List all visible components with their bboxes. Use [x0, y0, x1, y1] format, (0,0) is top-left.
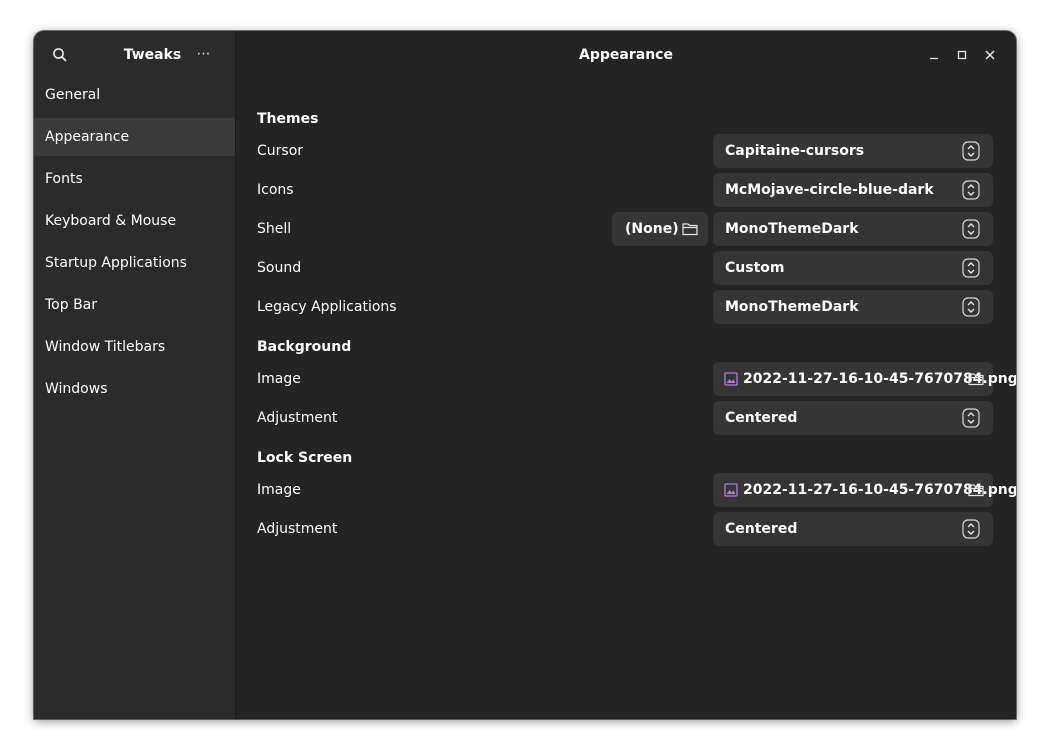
lock-screen-image-label: Image: [257, 482, 301, 498]
icons-value: McMojave-circle-blue-dark: [725, 182, 934, 198]
lock-screen-heading: Lock Screen: [257, 450, 353, 466]
lock-screen-image-chooser[interactable]: 2022-11-27-16-10-45-7670784.png: [713, 473, 1016, 507]
up-down-arrows-icon: [961, 141, 981, 161]
shell-label: Shell: [257, 221, 292, 237]
image-icon: [724, 372, 738, 386]
background-adjustment-label: Adjustment: [257, 410, 338, 426]
shell-dropdown[interactable]: MonoThemeDark: [713, 212, 993, 246]
lock-screen-adjustment-label: Adjustment: [257, 521, 338, 537]
up-down-arrows-icon: [961, 258, 981, 278]
legacy-applications-label: Legacy Applications: [257, 299, 397, 315]
sidebar-item-keyboard-mouse[interactable]: Keyboard & Mouse: [34, 202, 235, 240]
themes-heading: Themes: [257, 111, 319, 127]
maximize-icon[interactable]: [952, 45, 972, 65]
up-down-arrows-icon: [961, 297, 981, 317]
shell-value: MonoThemeDark: [725, 221, 859, 237]
sound-value: Custom: [725, 260, 785, 276]
minimize-icon[interactable]: [924, 45, 944, 65]
folder-icon: [967, 481, 985, 499]
sidebar-item-label: Window Titlebars: [45, 339, 166, 355]
up-down-arrows-icon: [961, 408, 981, 428]
sidebar-item-startup-applications[interactable]: Startup Applications: [34, 244, 235, 282]
cursor-value: Capitaine-cursors: [725, 143, 865, 159]
page-title: Appearance: [579, 47, 673, 63]
sidebar-item-window-titlebars[interactable]: Window Titlebars: [34, 328, 235, 366]
shell-file-button[interactable]: (None): [612, 212, 708, 246]
background-adjustment-dropdown[interactable]: Centered: [713, 401, 993, 435]
background-heading: Background: [257, 339, 352, 355]
sidebar-item-general[interactable]: General: [34, 76, 235, 114]
sidebar-item-top-bar[interactable]: Top Bar: [34, 286, 235, 324]
icons-dropdown[interactable]: McMojave-circle-blue-dark: [713, 173, 993, 207]
sidebar-item-label: Fonts: [45, 171, 83, 187]
more-icon[interactable]: ⋯: [192, 44, 216, 66]
close-icon[interactable]: [980, 45, 1000, 65]
sound-dropdown[interactable]: Custom: [713, 251, 993, 285]
shell-none-label: (None): [625, 221, 679, 237]
sidebar-item-label: Windows: [45, 381, 108, 397]
cursor-label: Cursor: [257, 143, 304, 159]
content-header: Appearance: [236, 31, 1016, 79]
legacy-applications-dropdown[interactable]: MonoThemeDark: [713, 290, 993, 324]
lock-screen-adjustment-value: Centered: [725, 521, 798, 537]
sidebar-item-fonts[interactable]: Fonts: [34, 160, 235, 198]
background-image-label: Image: [257, 371, 301, 387]
sidebar-item-label: Top Bar: [45, 297, 98, 313]
legacy-applications-value: MonoThemeDark: [725, 299, 859, 315]
sidebar-item-appearance[interactable]: Appearance: [34, 118, 235, 156]
lock-screen-adjustment-dropdown[interactable]: Centered: [713, 512, 993, 546]
folder-icon: [681, 220, 699, 238]
image-icon: [724, 483, 738, 497]
up-down-arrows-icon: [961, 519, 981, 539]
sidebar-list: General Appearance Fonts Keyboard & Mous…: [34, 76, 235, 412]
up-down-arrows-icon: [961, 180, 981, 200]
sidebar-item-label: Appearance: [45, 129, 130, 145]
folder-icon: [967, 370, 985, 388]
cursor-dropdown[interactable]: Capitaine-cursors: [713, 134, 993, 168]
sidebar-item-label: Keyboard & Mouse: [45, 213, 177, 229]
sidebar-header: Tweaks ⋯: [34, 31, 235, 79]
sound-label: Sound: [257, 260, 302, 276]
tweaks-window: Tweaks ⋯ General Appearance Fonts Keyboa…: [34, 31, 1016, 719]
background-image-chooser[interactable]: 2022-11-27-16-10-45-7670784.png: [713, 362, 1016, 396]
icons-label: Icons: [257, 182, 294, 198]
sidebar-item-windows[interactable]: Windows: [34, 370, 235, 408]
up-down-arrows-icon: [961, 219, 981, 239]
sidebar: Tweaks ⋯ General Appearance Fonts Keyboa…: [34, 31, 236, 719]
background-adjustment-value: Centered: [725, 410, 798, 426]
main-content: Appearance Themes Cursor Capitaine-curso…: [236, 31, 1016, 719]
sidebar-item-label: Startup Applications: [45, 255, 187, 271]
sidebar-item-label: General: [45, 87, 101, 103]
search-icon[interactable]: [50, 45, 70, 65]
